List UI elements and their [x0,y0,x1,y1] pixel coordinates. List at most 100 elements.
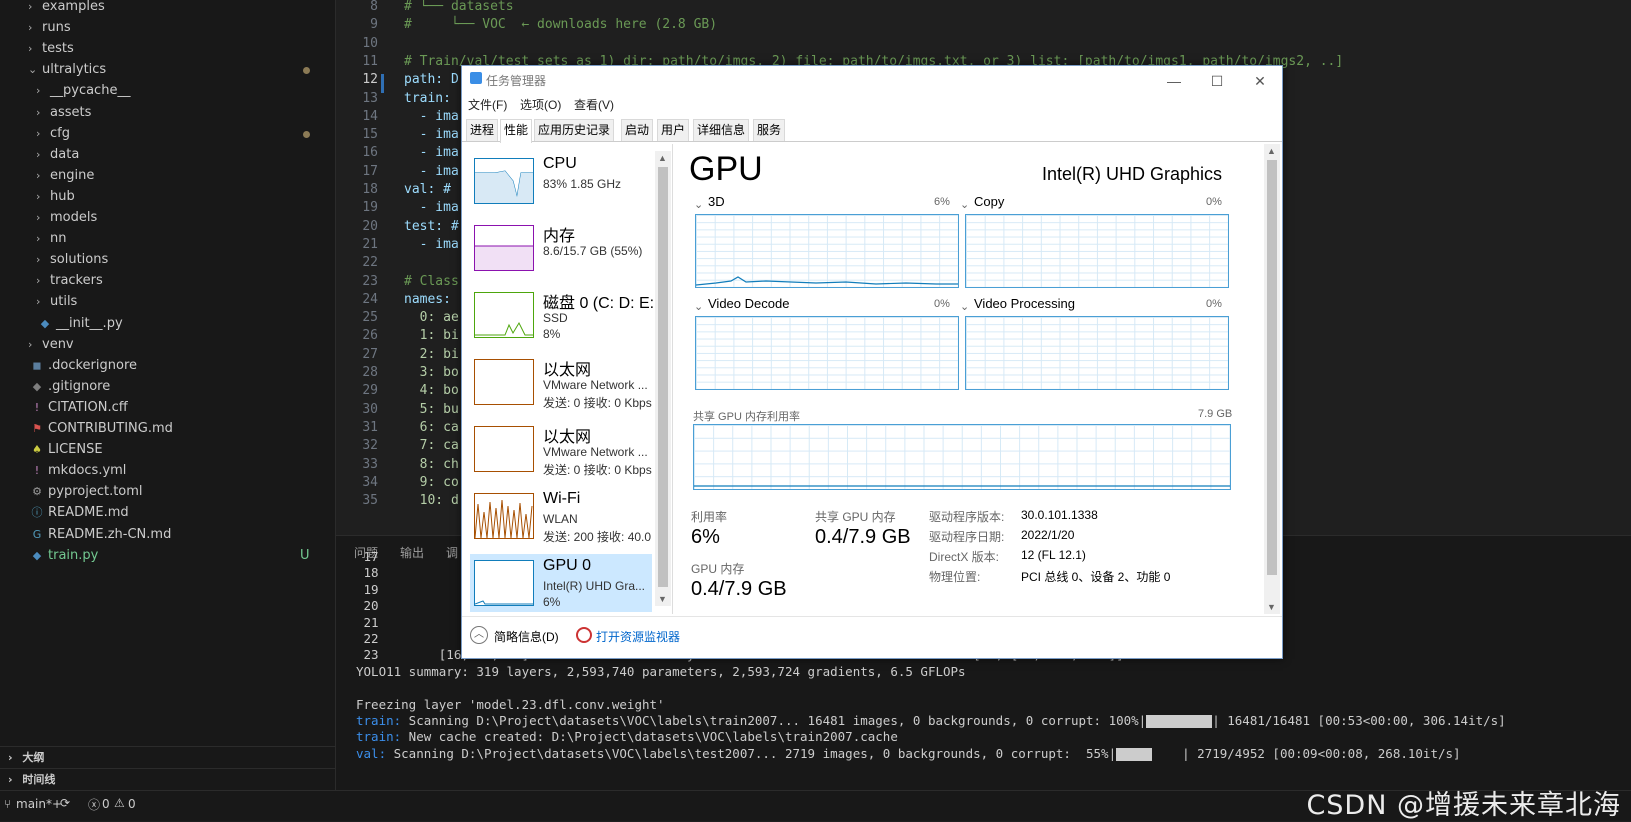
menu-file[interactable]: 文件(F) [468,96,507,113]
resource-item[interactable]: 以太网 VMware Network ... 发送: 0 接收: 0 Kbps [470,420,652,482]
engine-copy-label[interactable]: Copy [974,194,1004,209]
tree-item[interactable]: ⚑ CONTRIBUTING.md [30,418,173,440]
chevron-right-icon: › [28,21,33,35]
directx-label: DirectX 版本: [929,550,1000,564]
outline-section[interactable]: › 大纲 [0,746,335,769]
tree-item[interactable]: ⓘ README.md [30,502,129,524]
chevron-right-icon: › [36,211,41,224]
tree-item-label: __pycache__ [50,83,131,99]
tree-item[interactable]: ! mkdocs.yml [30,460,127,482]
tree-item[interactable]: › runs [28,17,71,39]
engine-3d-pct: 6% [934,196,950,208]
tree-item[interactable]: ◆ .gitignore [30,376,110,398]
tree-item[interactable]: › solutions [36,249,108,271]
resource-thumbnail [474,560,534,606]
tree-item[interactable]: › tests [28,38,74,60]
tab-processes[interactable]: 进程 [466,119,499,141]
menu-options[interactable]: 选项(O) [520,96,561,113]
tree-item[interactable]: ◆ __init__.py [38,313,123,335]
tree-item[interactable]: ♠ LICENSE [30,439,103,461]
csdn-watermark: CSDN @增援未来章北海 [1306,790,1621,821]
code-line: 5: bu [404,401,459,417]
warning-count[interactable]: 0 [128,797,136,811]
tree-item[interactable]: › venv [28,334,74,356]
tree-item[interactable]: ⌄ ultralytics [28,59,310,81]
resource-item[interactable]: GPU 0 Intel(R) UHD Gra... 6% [470,554,652,612]
line-number: 9 [370,17,378,33]
chevron-down-icon[interactable]: ⌄ [960,300,969,313]
chevron-down-icon[interactable]: ⌄ [694,198,703,211]
tree-item[interactable]: ◆ train.py U [30,545,310,567]
menu-view[interactable]: 查看(V) [574,96,614,113]
tab-output[interactable]: 输出 [400,544,424,561]
chevron-up-icon[interactable]: ︿ [470,626,488,644]
error-count[interactable]: 0 [102,797,110,811]
terminal-line: YOLO11 summary: 319 layers, 2,593,740 pa… [356,663,966,679]
line-number: 32 [362,438,378,454]
tree-item-label: README.zh-CN.md [48,526,172,542]
code-line: 10: d [404,493,459,509]
tab-performance[interactable]: 性能 [500,119,533,143]
tab-app-history[interactable]: 应用历史记录 [534,119,615,141]
progress-bar [1116,746,1182,763]
tree-item[interactable]: ! CITATION.cff [30,397,128,419]
chevron-down-icon[interactable]: ⌄ [960,198,969,211]
tree-item[interactable]: › assets [36,102,91,124]
resource-sub2: 8% [543,327,561,341]
scroll-thumb[interactable] [658,167,668,587]
tree-item[interactable]: › data [36,144,79,166]
tab-services[interactable]: 服务 [753,119,786,141]
sync-icon[interactable]: ⟳ [60,796,70,810]
summary-link[interactable]: 简略信息(D) [494,628,559,645]
modified-dot-icon [303,130,310,138]
tree-item[interactable]: › engine [36,165,94,187]
line-number: 23 [362,273,378,289]
resource-monitor-link[interactable]: 打开资源监视器 [596,628,680,645]
location-label: 物理位置: [929,570,981,584]
maximize-icon[interactable]: ☐ [1195,68,1239,94]
engine-decode-label[interactable]: Video Decode [708,296,789,311]
scroll-up-icon[interactable]: ▲ [1267,146,1276,156]
git-branch[interactable]: main*+ [16,797,62,811]
engine-3d-label[interactable]: 3D [708,194,725,209]
tree-item[interactable]: › models [36,207,97,229]
minimize-icon[interactable]: — [1152,68,1196,94]
tree-item[interactable]: ◼ .dockerignore [30,355,137,377]
engine-processing-label[interactable]: Video Processing [974,296,1075,311]
resource-item[interactable]: 以太网 VMware Network ... 发送: 0 接收: 0 Kbps [470,353,652,415]
code-line: - ima [404,127,459,143]
close-icon[interactable]: ✕ [1238,68,1282,94]
line-number: 25 [362,310,378,326]
scroll-thumb[interactable] [1267,160,1277,575]
chevron-down-icon[interactable]: ⌄ [694,300,703,313]
license-file-icon: ♠ [32,443,42,457]
tree-item[interactable]: › hub [36,186,75,208]
tree-item[interactable]: › __pycache__ [36,80,130,102]
tree-item[interactable]: › utils [36,291,77,313]
resource-item[interactable]: Wi-Fi WLAN 发送: 200 接收: 40.0 [470,487,652,549]
task-manager-window[interactable]: 任务管理器 — ☐ ✕ 文件(F) 选项(O) 查看(V) 进程 性能 应用历史… [461,65,1283,659]
tree-item[interactable]: › nn [36,228,66,250]
scroll-down-icon[interactable]: ▼ [1267,602,1276,612]
resource-item[interactable]: 内存 8.6/15.7 GB (55%) [470,219,652,281]
resource-item[interactable]: CPU 83% 1.85 GHz [470,152,652,214]
tree-item[interactable]: › examples [28,0,105,18]
tab-startup[interactable]: 启动 [621,119,654,141]
timeline-section[interactable]: › 时间线 [0,768,335,791]
resource-sub2: 发送: 200 接收: 40.0 [543,530,652,544]
resource-item[interactable]: 磁盘 0 (C: D: E: SSD 8% [470,286,654,348]
tree-item[interactable]: › cfg [36,123,310,145]
tree-item[interactable]: ⚙ pyproject.toml [30,481,142,503]
resource-scrollbar[interactable]: ▲ ▼ [655,151,671,606]
scroll-up-icon[interactable]: ▲ [658,153,667,163]
tab-users[interactable]: 用户 [657,119,690,141]
detail-scrollbar[interactable]: ▲ ▼ [1264,144,1280,614]
outline-label: 大纲 [22,751,45,764]
terminal-line: 19 [356,581,379,597]
tab-details[interactable]: 详细信息 [693,119,750,141]
tm-tab-bar: 进程 性能 应用历史记录 启动 用户 详细信息 服务 [462,119,1282,143]
tree-item[interactable]: › trackers [36,270,103,292]
tab-debug[interactable]: 调 [446,544,458,561]
tree-item[interactable]: G README.zh-CN.md [30,524,172,546]
scroll-down-icon[interactable]: ▼ [658,594,667,604]
